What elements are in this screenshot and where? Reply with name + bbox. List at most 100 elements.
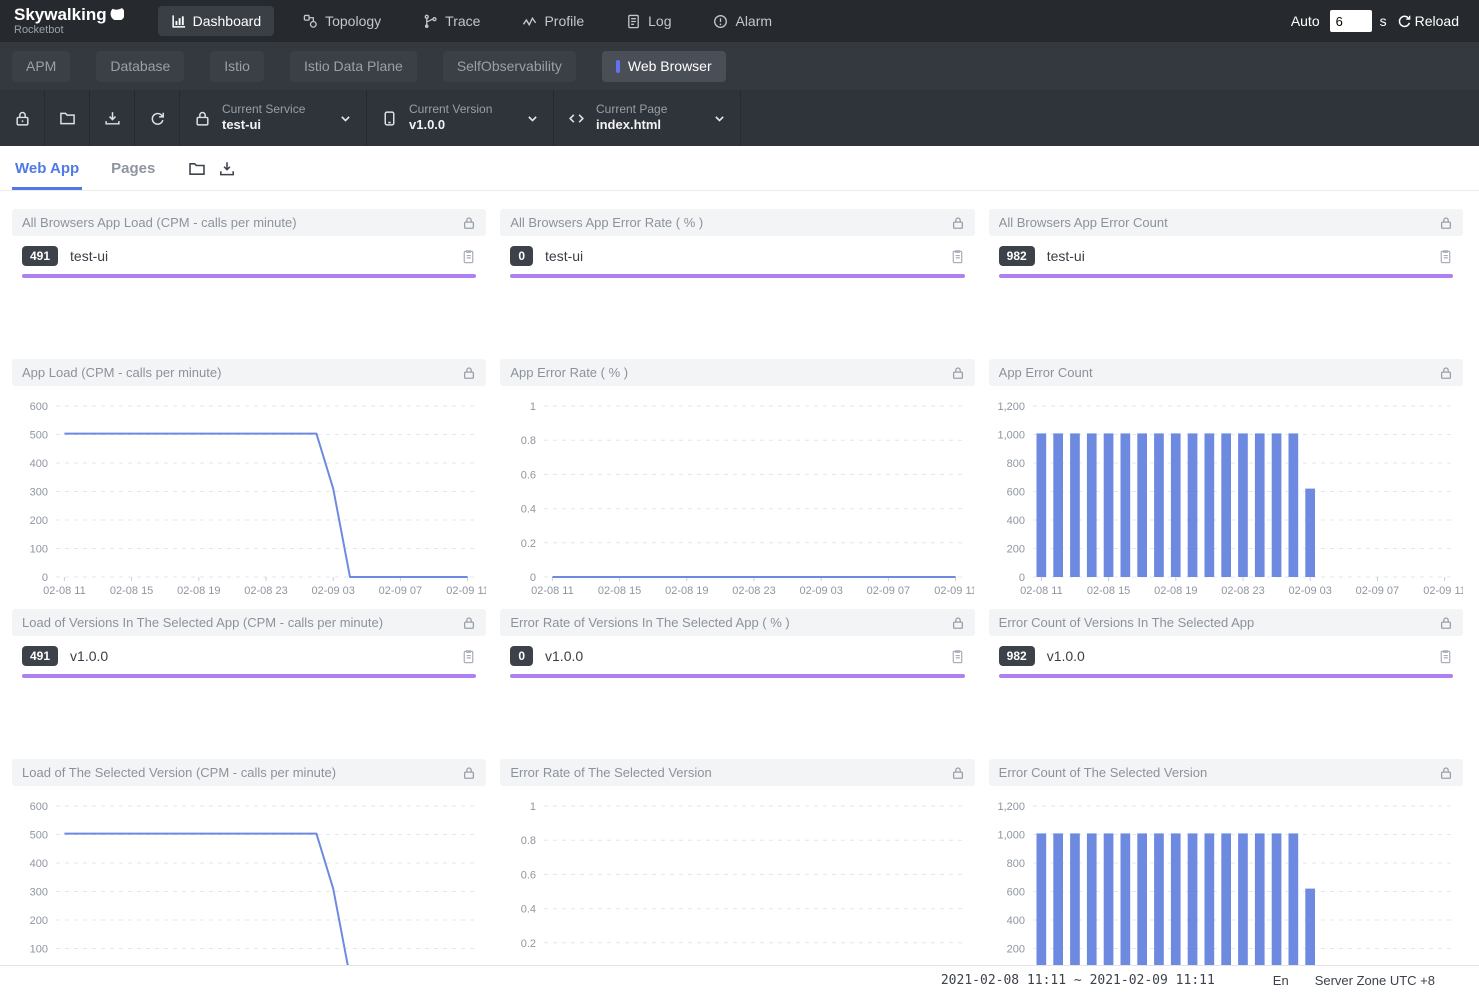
stat-label: v1.0.0 — [545, 648, 950, 664]
stat-label: v1.0.0 — [1047, 648, 1438, 664]
clipboard-icon[interactable] — [461, 249, 476, 264]
folder-icon — [59, 110, 76, 127]
dashboard-tab-label: Database — [110, 58, 170, 74]
svg-text:0.4: 0.4 — [521, 904, 536, 916]
nav-item-label: Trace — [445, 13, 480, 29]
svg-text:02-09 07: 02-09 07 — [1355, 585, 1398, 597]
clipboard-icon[interactable] — [1438, 249, 1453, 264]
version-error-count-bar-chart[interactable]: 02004006008001,0001,20002-08 1102-08 150… — [989, 786, 1463, 995]
app-error-count-bar-chart[interactable]: 02004006008001,0001,20002-08 1102-08 150… — [989, 386, 1463, 601]
svg-text:02-09 03: 02-09 03 — [311, 585, 354, 597]
alarm-icon — [713, 14, 728, 29]
dashboard-tab-apm[interactable]: APM — [12, 51, 70, 82]
current-service-selector[interactable]: Current Service test-ui — [180, 90, 367, 146]
selector-label: Current Version — [409, 102, 515, 117]
selector-label: Current Service — [222, 102, 328, 117]
lock-icon[interactable] — [462, 766, 476, 780]
chart-card-app-error-rate: App Error Rate ( % ) 00.20.40.60.8102-08… — [500, 359, 974, 601]
app-error-rate-line-chart[interactable]: 00.20.40.60.8102-08 1102-08 1502-08 1902… — [500, 386, 974, 601]
selector-value: v1.0.0 — [409, 117, 515, 133]
app-logo[interactable]: Skywalking Rocketbot — [14, 6, 124, 37]
top-nav-bar: Skywalking Rocketbot Dashboard Topology … — [0, 0, 1479, 42]
nav-item-alarm[interactable]: Alarm — [700, 6, 785, 36]
svg-text:400: 400 — [30, 458, 48, 470]
nav-item-label: Alarm — [735, 13, 772, 29]
language-switcher[interactable]: En — [1273, 973, 1289, 988]
dashboard-tab-database[interactable]: Database — [96, 51, 184, 82]
dashboard-tab-web-browser[interactable]: Web Browser — [602, 51, 726, 82]
svg-text:02-09 11: 02-09 11 — [935, 585, 975, 597]
svg-text:02-08 19: 02-08 19 — [665, 585, 708, 597]
svg-text:02-08 15: 02-08 15 — [110, 585, 153, 597]
export-button[interactable] — [218, 160, 236, 178]
lock-icon[interactable] — [1439, 616, 1453, 630]
stat-label: test-ui — [70, 248, 461, 264]
lock-icon[interactable] — [462, 216, 476, 230]
dashboard-tab-selfobservability[interactable]: SelfObservability — [443, 51, 576, 82]
nav-item-dashboard[interactable]: Dashboard — [158, 6, 275, 36]
auto-reload-interval-input[interactable] — [1330, 10, 1372, 32]
tab-pages[interactable]: Pages — [108, 160, 158, 190]
nav-item-topology[interactable]: Topology — [290, 6, 394, 36]
card-title: Error Rate of The Selected Version — [510, 765, 950, 780]
lock-icon[interactable] — [462, 616, 476, 630]
lock-icon[interactable] — [1439, 216, 1453, 230]
lock-icon[interactable] — [951, 216, 965, 230]
clipboard-icon[interactable] — [950, 649, 965, 664]
card-title: App Error Rate ( % ) — [510, 365, 950, 380]
chart-card-version-error-count: Error Count of The Selected Version 0200… — [989, 759, 1463, 995]
svg-text:02-08 15: 02-08 15 — [1087, 585, 1130, 597]
chart-card-row: Load of The Selected Version (CPM - call… — [0, 759, 1479, 995]
svg-text:02-08 11: 02-08 11 — [531, 585, 574, 597]
lock-icon[interactable] — [951, 766, 965, 780]
lock-icon[interactable] — [951, 366, 965, 380]
lock-icon[interactable] — [951, 616, 965, 630]
metric-card-all-browsers-app-load: All Browsers App Load (CPM - calls per m… — [12, 209, 486, 278]
lock-icon[interactable] — [1439, 766, 1453, 780]
lock-edit-button[interactable] — [0, 90, 45, 146]
nav-item-log[interactable]: Log — [613, 6, 684, 36]
svg-text:1,000: 1,000 — [997, 830, 1025, 842]
svg-text:100: 100 — [30, 944, 48, 956]
nav-item-label: Topology — [325, 13, 381, 29]
svg-text:0.8: 0.8 — [521, 835, 536, 847]
dashboard-tab-label: APM — [26, 58, 56, 74]
svg-text:500: 500 — [30, 830, 48, 842]
svg-text:0.6: 0.6 — [521, 869, 536, 881]
lock-icon[interactable] — [1439, 366, 1453, 380]
nav-item-label: Profile — [544, 13, 584, 29]
folder-button[interactable] — [188, 160, 206, 178]
app-load-line-chart[interactable]: 010020030040050060002-08 1102-08 1502-08… — [12, 386, 486, 601]
version-error-rate-line-chart[interactable]: 00.20.40.60.8102-08 1102-08 1502-08 1902… — [500, 786, 974, 995]
svg-text:100: 100 — [30, 544, 48, 556]
svg-text:0.8: 0.8 — [521, 435, 536, 447]
nav-item-trace[interactable]: Trace — [410, 6, 493, 36]
reload-button[interactable]: Reload — [1397, 13, 1459, 29]
svg-text:0.2: 0.2 — [521, 538, 536, 550]
current-version-selector[interactable]: Current Version v1.0.0 — [367, 90, 554, 146]
lock-icon[interactable] — [462, 366, 476, 380]
current-page-selector[interactable]: Current Page index.html — [554, 90, 741, 146]
version-load-line-chart[interactable]: 010020030040050060002-08 1102-08 1502-08… — [12, 786, 486, 995]
auto-reload-unit: s — [1380, 13, 1387, 29]
export-button[interactable] — [90, 90, 135, 146]
svg-text:200: 200 — [1006, 944, 1024, 956]
nav-item-profile[interactable]: Profile — [509, 6, 597, 36]
lock-icon — [194, 110, 211, 127]
clipboard-icon[interactable] — [950, 249, 965, 264]
profile-icon — [522, 14, 537, 29]
dashboard-tab-istio[interactable]: Istio — [210, 51, 264, 82]
tab-web-app[interactable]: Web App — [12, 160, 82, 190]
dashboard-tab-istio-data-plane[interactable]: Istio Data Plane — [290, 51, 417, 82]
refresh-templates-button[interactable] — [135, 90, 180, 146]
clipboard-icon[interactable] — [1438, 649, 1453, 664]
svg-text:600: 600 — [30, 801, 48, 813]
svg-text:02-09 03: 02-09 03 — [800, 585, 843, 597]
stat-progress-bar — [510, 674, 964, 678]
clipboard-icon[interactable] — [461, 649, 476, 664]
template-folder-button[interactable] — [45, 90, 90, 146]
refresh-icon — [149, 110, 166, 127]
dashboard-tab-label: Web Browser — [628, 58, 712, 74]
chart-card-app-error-count: App Error Count 02004006008001,0001,2000… — [989, 359, 1463, 601]
time-range-picker[interactable]: 2021-02-08 11:11 ~ 2021-02-09 11:11 — [941, 973, 1215, 988]
